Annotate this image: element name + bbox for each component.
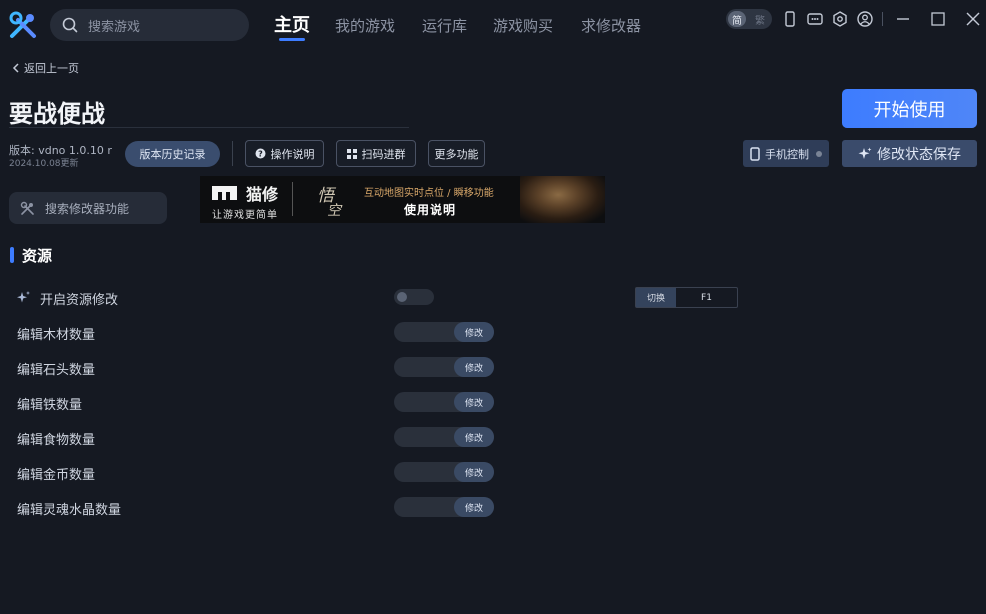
- search-placeholder: 搜索游戏: [88, 19, 141, 35]
- banner-brand-slogan: 让游戏更简单: [212, 210, 278, 221]
- banner-feature-text: 互动地图实时点位 / 瞬移功能: [364, 188, 494, 199]
- version-history-button[interactable]: 版本历史记录: [125, 141, 220, 167]
- connection-status-dot: [816, 150, 822, 157]
- chevron-left-icon: [12, 63, 19, 73]
- banner-calligraphy-2: 空: [327, 203, 341, 219]
- help-icon: ?: [255, 148, 265, 159]
- search-function-placeholder: 搜索修改器功能: [45, 201, 130, 216]
- minimize-icon[interactable]: [894, 10, 912, 28]
- resource-mod-switch[interactable]: [394, 289, 434, 305]
- banner-guide-text: 使用说明: [404, 203, 457, 217]
- game-search-input[interactable]: 搜索游戏: [50, 9, 249, 41]
- save-state-label: 修改状态保存: [877, 146, 961, 163]
- sparkle-icon: [17, 291, 30, 303]
- switch-knob: [397, 292, 407, 302]
- phone-icon: [750, 146, 760, 161]
- hotkey-action[interactable]: 切换: [636, 288, 676, 307]
- banner-brand: 猫修: [246, 185, 279, 204]
- maximize-icon[interactable]: [929, 10, 947, 28]
- guide-label: 操作说明: [270, 147, 315, 161]
- active-tab-indicator: [279, 38, 305, 41]
- edit-row-label: 编辑石头数量: [17, 363, 96, 378]
- monkey-king-image: [520, 176, 605, 223]
- edit-wood-field[interactable]: 修改: [394, 322, 494, 342]
- edit-button[interactable]: 修改: [454, 462, 494, 482]
- save-state-button[interactable]: 修改状态保存: [842, 140, 977, 167]
- tab-my-games[interactable]: 我的游戏: [335, 15, 395, 43]
- edit-row-label: 编辑铁数量: [17, 398, 83, 413]
- more-features-button[interactable]: 更多功能: [428, 140, 485, 167]
- back-link[interactable]: 返回上一页: [12, 60, 79, 76]
- edit-gold-field[interactable]: 修改: [394, 462, 494, 482]
- guide-button[interactable]: ? 操作说明: [245, 140, 324, 167]
- edit-row-label: 编辑金币数量: [17, 468, 96, 483]
- tab-home[interactable]: 主页: [274, 11, 310, 39]
- maoxiu-logo-icon: [212, 186, 237, 200]
- edit-button[interactable]: 修改: [454, 357, 494, 377]
- svg-text:?: ?: [258, 150, 263, 159]
- edit-stone-field[interactable]: 修改: [394, 357, 494, 377]
- game-title: 要战便战: [9, 100, 105, 128]
- phone-icon[interactable]: [781, 10, 799, 28]
- edit-row-label: 编辑木材数量: [17, 328, 96, 343]
- qr-code-icon: [346, 148, 357, 159]
- update-date: 2024.10.08更新: [9, 159, 79, 169]
- edit-button[interactable]: 修改: [454, 322, 494, 342]
- sparkle-icon: [858, 147, 872, 159]
- close-icon[interactable]: [964, 10, 982, 28]
- start-button[interactable]: 开始使用: [842, 89, 977, 128]
- simplified-option: 简: [728, 11, 746, 27]
- toolbar-divider: [882, 12, 883, 26]
- search-icon: [62, 17, 78, 33]
- tab-request-trainer[interactable]: 求修改器: [581, 15, 641, 43]
- edit-food-field[interactable]: 修改: [394, 427, 494, 447]
- toggle-row-label: 开启资源修改: [40, 293, 119, 308]
- edit-button[interactable]: 修改: [454, 392, 494, 412]
- scan-label: 扫码进群: [361, 147, 406, 161]
- promo-banner[interactable]: 猫修 让游戏更简单 悟 空 互动地图实时点位 / 瞬移功能 使用说明: [200, 176, 605, 223]
- hotkey-setting[interactable]: 切换 F1: [635, 287, 738, 308]
- edit-iron-field[interactable]: 修改: [394, 392, 494, 412]
- settings-icon[interactable]: [831, 10, 849, 28]
- phone-control-label: 手机控制: [765, 147, 809, 161]
- hotkey-key[interactable]: F1: [676, 288, 737, 307]
- gamepad-icon[interactable]: [806, 10, 824, 28]
- section-title: 资源: [22, 247, 53, 265]
- tab-runtime-library[interactable]: 运行库: [422, 15, 467, 43]
- app-logo-icon: [9, 11, 36, 38]
- language-toggle[interactable]: 简 繁: [726, 9, 772, 29]
- action-divider: [232, 141, 233, 166]
- edit-row-label: 编辑食物数量: [17, 433, 96, 448]
- traditional-option: 繁: [755, 15, 765, 27]
- user-icon[interactable]: [856, 10, 874, 28]
- phone-control-button[interactable]: 手机控制: [743, 140, 829, 167]
- tools-icon: [20, 201, 34, 215]
- tab-game-purchase[interactable]: 游戏购买: [493, 15, 553, 43]
- trainer-function-search-input[interactable]: 搜索修改器功能: [9, 192, 167, 224]
- scan-join-group-button[interactable]: 扫码进群: [336, 140, 416, 167]
- edit-button[interactable]: 修改: [454, 497, 494, 517]
- edit-button[interactable]: 修改: [454, 427, 494, 447]
- section-accent-bar: [10, 247, 14, 263]
- banner-divider: [292, 182, 293, 216]
- title-divider: [9, 127, 409, 128]
- edit-soul-crystal-field[interactable]: 修改: [394, 497, 494, 517]
- back-label: 返回上一页: [24, 62, 79, 75]
- edit-row-label: 编辑灵魂水晶数量: [17, 503, 122, 518]
